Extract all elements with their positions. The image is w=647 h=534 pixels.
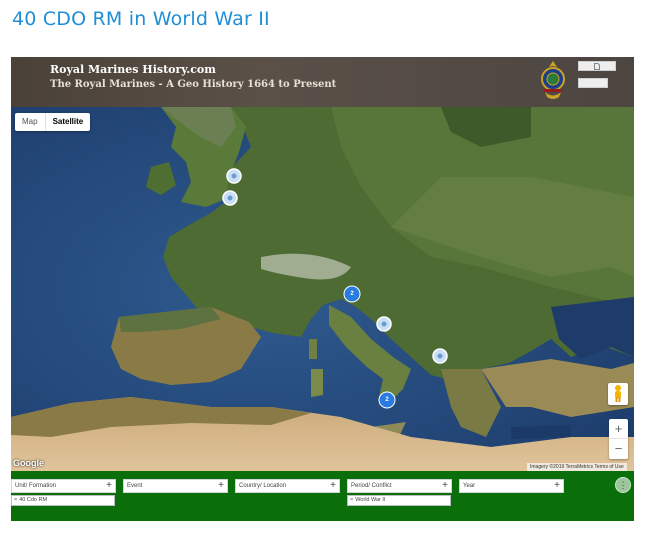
remove-chip-icon[interactable]: × — [350, 497, 353, 503]
cluster-count-label: 2 — [350, 291, 354, 297]
add-filter-icon[interactable]: + — [442, 480, 448, 492]
map-type-map-button[interactable]: Map — [15, 113, 45, 131]
royal-marines-crest-icon — [541, 61, 565, 99]
document-icon — [594, 63, 600, 70]
add-filter-icon[interactable]: + — [106, 480, 112, 492]
add-filter-icon[interactable]: + — [554, 480, 560, 492]
site-header: Royal Marines History.com The Royal Mari… — [11, 57, 634, 107]
filter-label: Country/ Location — [239, 483, 287, 489]
page-title: 40 CDO RM in World War II — [12, 8, 270, 30]
street-view-pegman[interactable] — [608, 383, 628, 405]
filter-unit-formation[interactable]: Unit/ Formation + — [11, 479, 116, 493]
map-attribution[interactable]: Imagery ©2019 TerraMetrics Terms of Use — [527, 463, 627, 471]
more-options-button[interactable]: ⋮ — [615, 477, 631, 493]
map-type-satellite-button[interactable]: Satellite — [44, 113, 91, 131]
add-filter-icon[interactable]: + — [218, 480, 224, 492]
map-type-control: Map Satellite — [15, 113, 91, 131]
filter-label: Unit/ Formation — [15, 483, 57, 489]
cluster-count-label: 2 — [385, 397, 389, 403]
map-app-frame: Royal Marines History.com The Royal Mari… — [11, 57, 634, 521]
google-logo: Google — [13, 458, 44, 468]
add-filter-icon[interactable]: + — [330, 480, 336, 492]
filter-country-location[interactable]: Country/ Location + — [235, 479, 340, 493]
zoom-in-button[interactable]: + — [609, 419, 628, 439]
filter-bar: Unit/ Formation + × 40 Cdo RM Event + Cou… — [11, 471, 634, 521]
zoom-control: + − — [609, 419, 628, 459]
site-name[interactable]: Royal Marines History.com — [50, 63, 216, 76]
zoom-out-button[interactable]: − — [609, 439, 628, 459]
pegman-icon — [615, 385, 621, 402]
filter-event[interactable]: Event + — [123, 479, 228, 493]
site-subtitle: The Royal Marines - A Geo History 1664 t… — [50, 79, 337, 90]
filter-label: Year — [463, 483, 476, 489]
selected-filter-chip[interactable]: × World War II — [347, 495, 451, 506]
satellite-map[interactable] — [11, 107, 634, 471]
header-document-button[interactable] — [578, 61, 616, 71]
filter-year[interactable]: Year + — [459, 479, 564, 493]
selected-filter-chip[interactable]: × 40 Cdo RM — [11, 495, 115, 506]
header-menu-button[interactable] — [578, 78, 608, 88]
remove-chip-icon[interactable]: × — [14, 497, 17, 503]
chip-label: World War II — [355, 497, 386, 503]
filter-label: Period/ Conflict — [351, 483, 392, 489]
chip-label: 40 Cdo RM — [19, 497, 48, 503]
filter-period-conflict[interactable]: Period/ Conflict + — [347, 479, 452, 493]
filter-label: Event — [127, 483, 143, 489]
